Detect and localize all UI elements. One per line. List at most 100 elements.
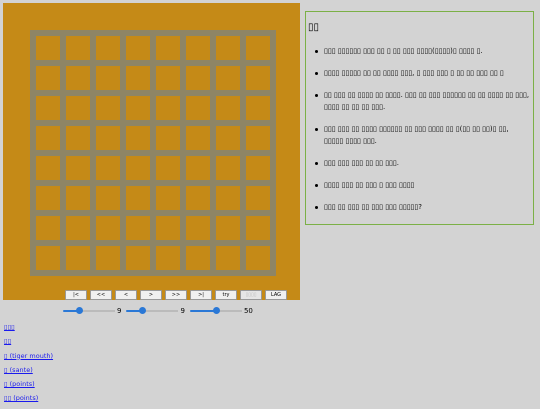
board-cell[interactable] (186, 216, 210, 240)
slider-1-value: 9 (117, 307, 122, 315)
slider-1[interactable] (63, 305, 115, 317)
navigation-controls: |< << < > >> >| try ▯▯▯▯ LAG (65, 290, 287, 300)
slider-2-value: 9 (180, 307, 185, 315)
board-cell[interactable] (216, 246, 240, 270)
help-item: ▯▯▯▯ ▯▯▯ ▯▯ ▯▯▯ ▯ ▯▯▯ ▯▯▯▯ (315, 179, 530, 191)
board-cell[interactable] (126, 96, 150, 120)
link-item-1[interactable]: ▯▯▯ (4, 323, 53, 337)
board-cell[interactable] (66, 36, 90, 60)
help-item: ▯▯▯ ▯▯▯▯▯▯ ▯▯▯ ▯▯ ▯ ▯▯ ▯▯▯ ▯▯▯▯(▯▯▯▯)▯ ▯… (315, 45, 530, 57)
help-item: ▯▯ ▯▯▯ ▯▯ ▯▯▯▯ ▯▯ ▯▯▯▯. ▯▯▯ ▯▯ ▯▯▯ ▯▯▯▯▯… (315, 89, 530, 113)
board-cell[interactable] (156, 66, 180, 90)
board-cell[interactable] (36, 186, 60, 210)
board-cell[interactable] (246, 66, 270, 90)
board-cell[interactable] (96, 186, 120, 210)
board-cell[interactable] (246, 246, 270, 270)
last-move-button[interactable]: >| (190, 290, 212, 300)
board-cell[interactable] (246, 126, 270, 150)
board-cell[interactable] (66, 156, 90, 180)
board-cell[interactable] (66, 66, 90, 90)
board-cell[interactable] (66, 216, 90, 240)
board-cell[interactable] (96, 246, 120, 270)
board-cell[interactable] (126, 156, 150, 180)
link-tiger-mouth[interactable]: ▯ (tiger mouth) (4, 352, 53, 366)
board-cell[interactable] (96, 36, 120, 60)
board-cell[interactable] (156, 126, 180, 150)
slider-row: 9 9 50 (63, 305, 258, 317)
slider-3[interactable] (189, 305, 242, 317)
board-cell[interactable] (36, 36, 60, 60)
board-cell[interactable] (96, 126, 120, 150)
board-cell[interactable] (36, 66, 60, 90)
board-cell[interactable] (246, 36, 270, 60)
board-cell[interactable] (246, 216, 270, 240)
board-cell[interactable] (216, 156, 240, 180)
board-cell[interactable] (216, 216, 240, 240)
board-cell[interactable] (126, 186, 150, 210)
board-cell[interactable] (66, 126, 90, 150)
board-cell[interactable] (36, 96, 60, 120)
slider-2-rest (142, 310, 179, 312)
board-cell[interactable] (66, 96, 90, 120)
board-cell[interactable] (246, 186, 270, 210)
go-board-grid[interactable] (30, 30, 276, 276)
board-cell[interactable] (186, 246, 210, 270)
lag-button[interactable]: LAG (265, 290, 287, 300)
slider-3-value: 50 (243, 307, 253, 315)
link-points-2[interactable]: ▯▯ (points) (4, 394, 53, 408)
board-cell[interactable] (216, 186, 240, 210)
board-cell[interactable] (156, 186, 180, 210)
board-cell[interactable] (216, 126, 240, 150)
link-list: ▯▯▯ ▯▯ ▯ (tiger mouth) ▯ (sante) ▯ (poin… (4, 323, 53, 409)
board-cell[interactable] (216, 36, 240, 60)
board-cell[interactable] (186, 66, 210, 90)
try-button[interactable]: try (215, 290, 237, 300)
link-item-2[interactable]: ▯▯ (4, 337, 53, 351)
board-cell[interactable] (36, 246, 60, 270)
disabled-button: ▯▯▯▯ (240, 290, 262, 300)
board-cell[interactable] (216, 66, 240, 90)
slider-2[interactable] (126, 305, 179, 317)
board-cell[interactable] (156, 216, 180, 240)
board-cell[interactable] (246, 96, 270, 120)
board-cell[interactable] (246, 156, 270, 180)
board-cell[interactable] (96, 156, 120, 180)
board-cell[interactable] (36, 156, 60, 180)
back-button[interactable]: < (115, 290, 137, 300)
forward-button[interactable]: > (140, 290, 162, 300)
board-cell[interactable] (96, 66, 120, 90)
board-cell[interactable] (96, 96, 120, 120)
board-cell[interactable] (186, 126, 210, 150)
board-cell[interactable] (126, 126, 150, 150)
board-cell[interactable] (66, 246, 90, 270)
board-cell[interactable] (186, 36, 210, 60)
board-cell[interactable] (186, 186, 210, 210)
board-cell[interactable] (156, 156, 180, 180)
board-cell[interactable] (96, 216, 120, 240)
link-sante[interactable]: ▯ (sante) (4, 366, 53, 380)
board-cell[interactable] (156, 36, 180, 60)
board-cell[interactable] (156, 246, 180, 270)
back-fast-button[interactable]: << (90, 290, 112, 300)
help-item: ▯▯▯ ▯▯▯ ▯▯▯ ▯▯ ▯▯ ▯▯▯. (315, 157, 530, 169)
link-points[interactable]: ▯ (points) (4, 380, 53, 394)
slider-3-thumb[interactable] (212, 307, 220, 314)
board-cell[interactable] (156, 96, 180, 120)
forward-fast-button[interactable]: >> (165, 290, 187, 300)
slider-1-rest (78, 310, 115, 312)
board-cell[interactable] (186, 96, 210, 120)
slider-2-thumb[interactable] (139, 307, 147, 314)
board-cell[interactable] (126, 36, 150, 60)
board-cell[interactable] (66, 186, 90, 210)
board-cell[interactable] (186, 156, 210, 180)
board-cell[interactable] (36, 126, 60, 150)
board-cell[interactable] (126, 216, 150, 240)
board-cell[interactable] (126, 246, 150, 270)
board-cell[interactable] (36, 216, 60, 240)
board-cell[interactable] (216, 96, 240, 120)
slider-1-thumb[interactable] (75, 307, 83, 314)
first-move-button[interactable]: |< (65, 290, 87, 300)
help-item: ▯▯▯ ▯▯▯ ▯▯ ▯▯▯▯ ▯▯▯▯▯▯ ▯▯ ▯▯▯ ▯▯▯▯ ▯▯ ▯(… (315, 123, 530, 147)
board-cell[interactable] (126, 66, 150, 90)
help-list: ▯▯▯ ▯▯▯▯▯▯ ▯▯▯ ▯▯ ▯ ▯▯ ▯▯▯ ▯▯▯▯(▯▯▯▯)▯ ▯… (315, 45, 530, 223)
